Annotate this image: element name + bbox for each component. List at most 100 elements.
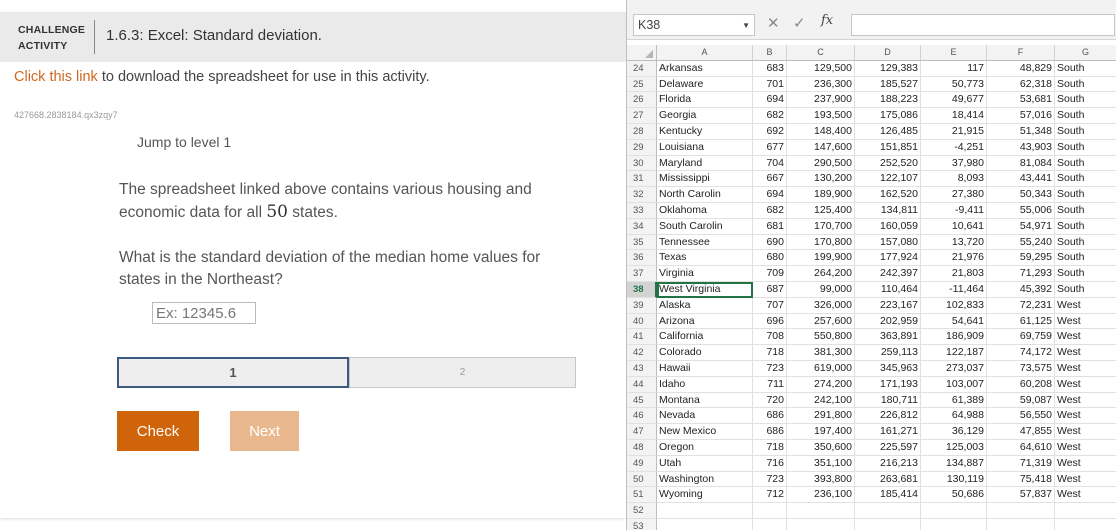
column-header[interactable]: F	[987, 45, 1055, 61]
cell-e[interactable]: 134,887	[921, 455, 987, 472]
cell-b[interactable]: 682	[753, 108, 787, 124]
row-number[interactable]: 32	[627, 187, 657, 203]
cell-state[interactable]: Arizona	[657, 313, 753, 330]
cell-e[interactable]: 37,980	[921, 155, 987, 172]
cell-f[interactable]: 51,348	[987, 123, 1055, 140]
name-box[interactable]: K38 ▼	[633, 14, 755, 36]
cell-region[interactable]: West	[1055, 329, 1116, 346]
cell-d[interactable]: 225,597	[855, 439, 921, 456]
cell-d[interactable]: 151,851	[855, 139, 921, 156]
cell-e[interactable]: 49,677	[921, 92, 987, 109]
cell-region[interactable]: West	[1055, 408, 1116, 425]
cell-f[interactable]: 71,319	[987, 455, 1055, 472]
column-header[interactable]: G	[1055, 45, 1116, 61]
cell-f[interactable]: 73,575	[987, 360, 1055, 377]
column-header[interactable]: D	[855, 45, 921, 61]
cell-f[interactable]: 54,971	[987, 218, 1055, 235]
cell-e[interactable]: 21,915	[921, 123, 987, 140]
cell-e[interactable]: 125,003	[921, 439, 987, 456]
cell-f[interactable]: 47,855	[987, 424, 1055, 440]
cell-state[interactable]: Utah	[657, 455, 753, 472]
cell-state[interactable]: California	[657, 329, 753, 346]
cell-state[interactable]: Kentucky	[657, 123, 753, 140]
column-header[interactable]: E	[921, 45, 987, 61]
cell-e[interactable]: 61,389	[921, 392, 987, 409]
cell-e[interactable]: 13,720	[921, 234, 987, 251]
cell-f[interactable]: 71,293	[987, 266, 1055, 282]
cell-region[interactable]: West	[1055, 361, 1116, 377]
row-number[interactable]: 44	[627, 376, 657, 393]
cell-region[interactable]: South	[1055, 156, 1116, 172]
cell-state[interactable]: North Carolin	[657, 187, 753, 203]
cell-d[interactable]: 180,711	[855, 392, 921, 409]
cell-region[interactable]: West	[1055, 424, 1116, 440]
cell-state[interactable]: South Carolin	[657, 218, 753, 235]
cell-state[interactable]: Hawaii	[657, 360, 753, 377]
cell-e[interactable]: 21,976	[921, 250, 987, 267]
cell-f[interactable]: 81,084	[987, 155, 1055, 172]
cell-c[interactable]: 99,000	[787, 281, 855, 298]
cell-b[interactable]: 694	[753, 187, 787, 203]
row-number[interactable]: 50	[627, 471, 657, 488]
row-number[interactable]: 51	[627, 487, 657, 504]
cell-f[interactable]: 43,903	[987, 139, 1055, 156]
cell-d[interactable]: 171,193	[855, 376, 921, 393]
cell-f[interactable]: 45,392	[987, 281, 1055, 298]
row-number[interactable]: 35	[627, 234, 657, 251]
cell-f[interactable]: 61,125	[987, 313, 1055, 330]
cell-b[interactable]: 711	[753, 376, 787, 393]
row-number[interactable]: 27	[627, 108, 657, 124]
cell-d[interactable]: 345,963	[855, 360, 921, 377]
cell-c[interactable]: 350,600	[787, 439, 855, 456]
cell-c[interactable]: 237,900	[787, 92, 855, 109]
fx-icon[interactable]: fx	[821, 13, 833, 28]
cell-f[interactable]: 53,681	[987, 92, 1055, 109]
cell-region[interactable]: South	[1055, 92, 1116, 109]
cell-e[interactable]: 50,773	[921, 76, 987, 93]
row-number[interactable]: 31	[627, 171, 657, 188]
cell-b[interactable]: 682	[753, 202, 787, 219]
cell-state[interactable]: Tennessee	[657, 234, 753, 251]
cell-d[interactable]: 242,397	[855, 266, 921, 282]
cell-c[interactable]: 274,200	[787, 376, 855, 393]
cell-c[interactable]: 264,200	[787, 266, 855, 282]
cell-d[interactable]: 188,223	[855, 92, 921, 109]
cell-d[interactable]: 263,681	[855, 471, 921, 488]
cell-e[interactable]: 54,641	[921, 313, 987, 330]
cell-c[interactable]: 257,600	[787, 313, 855, 330]
cell-d[interactable]: 177,924	[855, 250, 921, 267]
cell-e[interactable]: 36,129	[921, 424, 987, 440]
cell-d[interactable]: 157,080	[855, 234, 921, 251]
cell-d[interactable]: 226,812	[855, 408, 921, 425]
row-number[interactable]: 36	[627, 250, 657, 267]
cell-f[interactable]	[987, 503, 1055, 519]
cell-b[interactable]: 712	[753, 487, 787, 504]
cell-d[interactable]: 185,414	[855, 487, 921, 504]
cell-e[interactable]: 186,909	[921, 329, 987, 346]
row-number[interactable]: 46	[627, 408, 657, 425]
cell-state[interactable]: Virginia	[657, 266, 753, 282]
cell-c[interactable]: 129,500	[787, 60, 855, 77]
cell-state[interactable]: Wyoming	[657, 487, 753, 504]
cell-state[interactable]	[657, 503, 753, 519]
cell-e[interactable]: -11,464	[921, 281, 987, 298]
cell-state[interactable]: Mississippi	[657, 171, 753, 188]
cell-state[interactable]: New Mexico	[657, 424, 753, 440]
cell-d[interactable]: 129,383	[855, 60, 921, 77]
cell-c[interactable]: 290,500	[787, 155, 855, 172]
cell-e[interactable]: 102,833	[921, 297, 987, 314]
column-header[interactable]: C	[787, 45, 855, 61]
x-icon[interactable]: ✕	[767, 14, 780, 32]
cell-f[interactable]: 59,295	[987, 250, 1055, 267]
cell-b[interactable]: 687	[753, 281, 787, 298]
cell-region[interactable]: South	[1055, 108, 1116, 124]
cell-e[interactable]: 8,093	[921, 171, 987, 188]
cell-b[interactable]: 686	[753, 424, 787, 440]
cell-b[interactable]: 686	[753, 408, 787, 425]
level-1-segment[interactable]: 1	[117, 357, 349, 388]
cell-region[interactable]: West	[1055, 487, 1116, 504]
level-2-segment[interactable]: 2	[349, 357, 576, 388]
next-button[interactable]: Next	[230, 411, 299, 451]
row-number[interactable]: 26	[627, 92, 657, 109]
cell-c[interactable]: 381,300	[787, 345, 855, 361]
